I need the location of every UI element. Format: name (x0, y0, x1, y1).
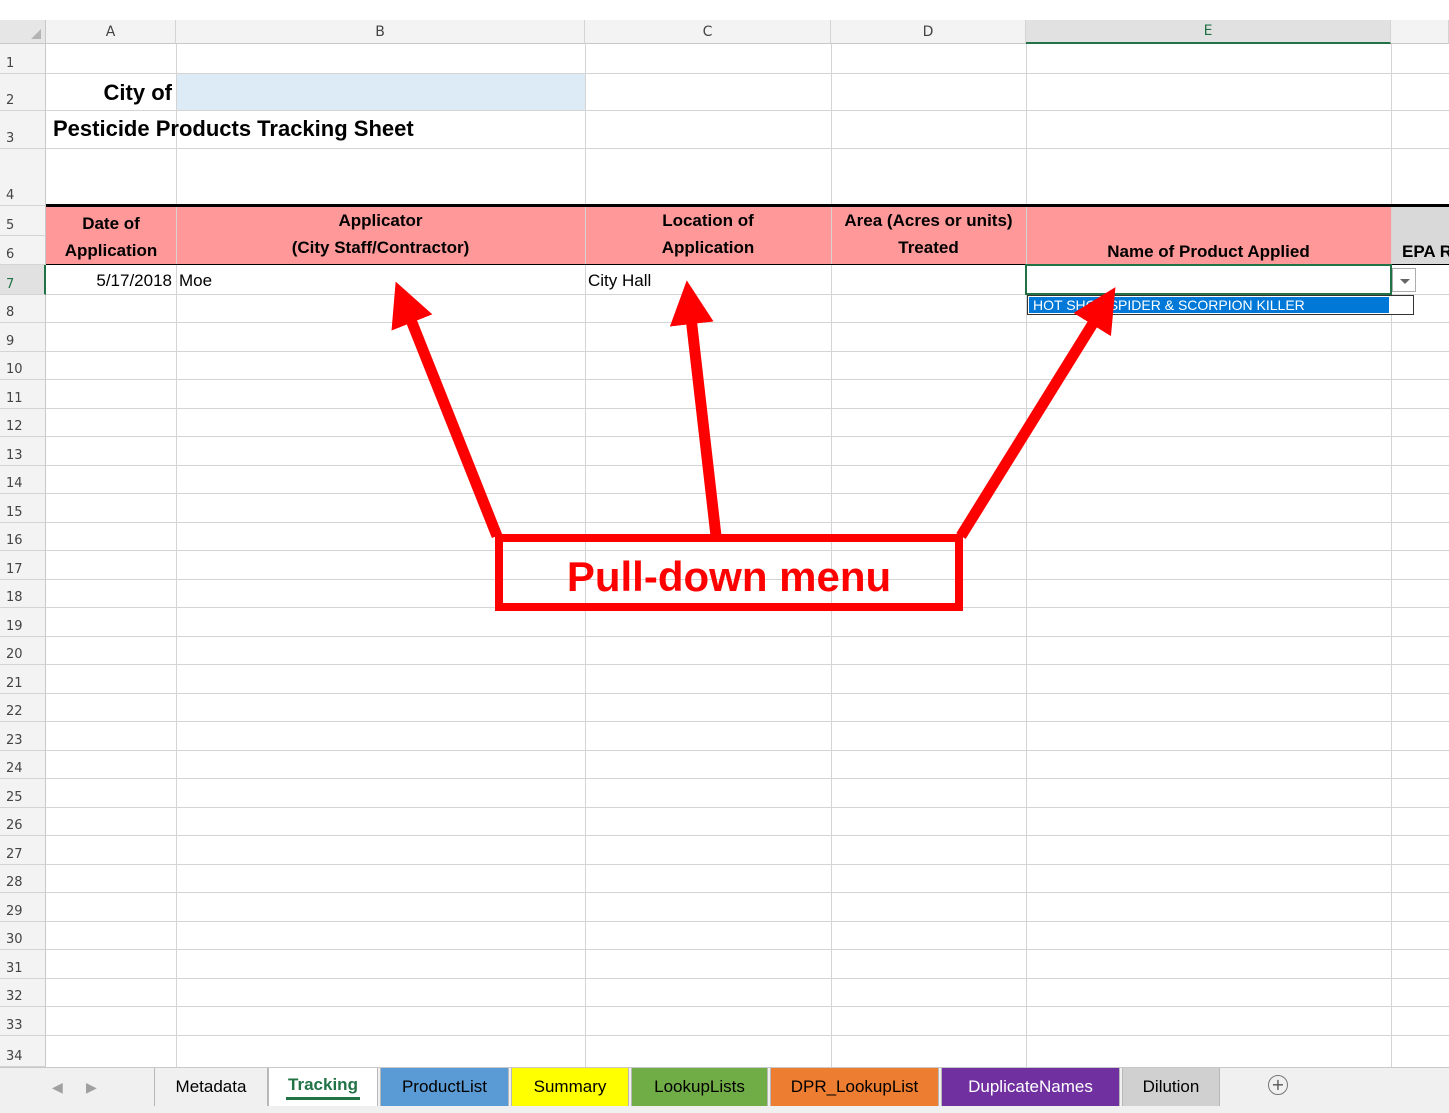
tab-duplicatenames[interactable]: DuplicateNames (941, 1068, 1120, 1106)
scroll-left-icon[interactable]: ◀ (52, 1080, 63, 1096)
sheet-tab-bar: ◀ ▶ Metadata Tracking ProductList Summar… (0, 1067, 1449, 1113)
arrow-to-applicator (391, 281, 503, 539)
add-sheet-icon[interactable]: + (1268, 1075, 1288, 1095)
callout-label: Pull-down menu (566, 553, 892, 600)
tab-summary[interactable]: Summary (511, 1068, 629, 1106)
tab-lookuplists[interactable]: LookupLists (631, 1068, 768, 1106)
tab-dilution[interactable]: Dilution (1122, 1068, 1220, 1106)
arrow-to-location (669, 280, 722, 537)
tab-dpr-lookuplist[interactable]: DPR_LookupList (770, 1068, 939, 1106)
arrow-to-product (956, 287, 1116, 539)
tab-productlist[interactable]: ProductList (380, 1068, 509, 1106)
scroll-right-icon[interactable]: ▶ (86, 1080, 97, 1096)
tab-metadata[interactable]: Metadata (154, 1068, 268, 1106)
spreadsheet-grid: A B C D E 1 2 3 4 5 6 7 8 9 10 11 12 13 … (0, 0, 1449, 1067)
pull-down-menu-callout: Pull-down menu (495, 534, 963, 611)
tab-tracking[interactable]: Tracking (268, 1068, 378, 1106)
